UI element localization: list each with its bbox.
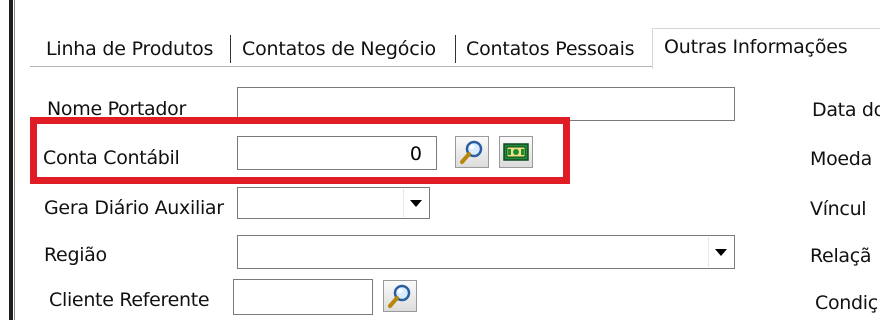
moeda-label: Moeda (810, 148, 872, 170)
chevron-down-icon (715, 248, 727, 256)
gera-diario-dropdown-button[interactable] (403, 189, 428, 217)
regiao-label: Região (44, 244, 107, 266)
tab-outras-informacoes[interactable]: Outras Informações (664, 32, 848, 62)
tab-contatos-de-negocio[interactable]: Contatos de Negócio (242, 34, 436, 64)
gera-diario-label: Gera Diário Auxiliar (44, 197, 224, 219)
cliente-referente-search-button[interactable] (383, 280, 417, 312)
magnifier-icon (388, 284, 411, 308)
panel-border (14, 0, 15, 320)
tab-strip-divider (30, 66, 652, 67)
vinculo-label: Víncul (810, 198, 867, 220)
gera-diario-select[interactable] (237, 187, 430, 219)
cliente-referente-label: Cliente Referente (49, 289, 210, 311)
data-label: Data do (812, 99, 880, 121)
regiao-dropdown-button[interactable] (708, 237, 733, 267)
tab-contatos-pessoais[interactable]: Contatos Pessoais (466, 34, 635, 64)
highlight-box (30, 117, 570, 184)
cliente-referente-input[interactable] (233, 279, 373, 315)
tab-separator (230, 35, 231, 63)
tab-linha-de-produtos[interactable]: Linha de Produtos (46, 34, 213, 64)
relacao-label: Relaçã (810, 245, 872, 267)
nome-portador-input[interactable] (237, 87, 735, 121)
chevron-down-icon (410, 199, 422, 207)
condicao-label: Condiç (815, 292, 878, 314)
window-border (9, 0, 13, 320)
tab-strip: Linha de Produtos Contatos de Negócio Co… (30, 28, 880, 69)
regiao-select[interactable] (237, 235, 735, 269)
tab-separator (455, 35, 456, 63)
